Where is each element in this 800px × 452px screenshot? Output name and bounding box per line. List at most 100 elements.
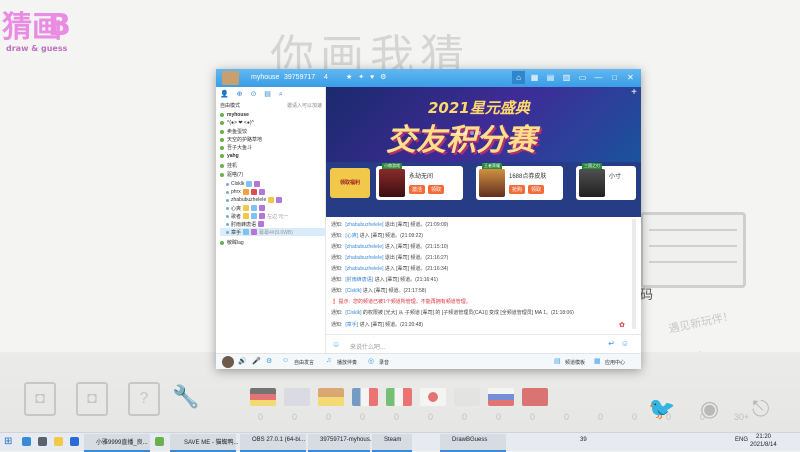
flower-icon[interactable]: ✿	[619, 321, 627, 331]
speaker-icon-2[interactable]: ◘	[76, 382, 108, 416]
menu-icon[interactable]: ▤	[544, 71, 557, 84]
help-icon[interactable]: ?	[128, 382, 160, 416]
promo-card[interactable]: 小赫游戏 永劫无间 激活 领取	[376, 163, 463, 200]
flag-ru-icon[interactable]	[488, 388, 514, 406]
channel-item[interactable]: 挂机	[220, 162, 237, 169]
msg-user[interactable]: [Clsklk]	[345, 310, 361, 316]
channel-item[interactable]: 敏眸lag	[220, 239, 244, 246]
channel-item[interactable]: 吾子大鱼斗	[220, 144, 252, 151]
invite-link[interactable]: 邀请入可以加速	[287, 102, 322, 109]
title-feature-icons[interactable]: ★ ✦ ♥ ⚙	[346, 73, 388, 81]
home-icon[interactable]: ⌂	[512, 71, 525, 84]
dot[interactable]	[463, 131, 467, 135]
flag-kr-icon[interactable]	[454, 388, 480, 406]
channel-item[interactable]: 卖鱼蛋饺	[220, 128, 247, 135]
chat-bubble-icon[interactable]: ☺	[282, 357, 289, 364]
msg-user[interactable]: [肘雨蜂唐语]	[345, 277, 373, 283]
speaker-icon[interactable]: 🔊	[238, 357, 247, 365]
clock-time[interactable]: 21:20	[756, 434, 771, 440]
msg-user[interactable]: [Clsklk]	[345, 288, 361, 294]
card-button[interactable]: 激活	[409, 185, 426, 194]
flag-icon[interactable]	[284, 388, 310, 406]
msg-user[interactable]: [心爽]	[345, 233, 358, 239]
twitter-icon[interactable]: 🐦	[648, 396, 675, 422]
music-icon[interactable]: ♫	[326, 357, 331, 364]
tray-number[interactable]: 39	[580, 437, 587, 443]
channel-item[interactable]: 天空的护路草地	[220, 136, 262, 143]
emoji-icon[interactable]: ☺	[332, 340, 340, 349]
room-id[interactable]: 39759717	[284, 74, 315, 81]
speaker-icon[interactable]: ◘	[24, 382, 56, 416]
flag-jp-icon[interactable]	[420, 388, 446, 406]
card-button[interactable]: 领取	[528, 185, 545, 194]
card-button[interactable]: 领取	[428, 185, 445, 194]
channel-item[interactable]: myhouse	[220, 112, 249, 118]
msg-user[interactable]: [章手]	[345, 322, 358, 328]
self-avatar[interactable]	[222, 356, 234, 368]
music-button[interactable]: 播放伴奏	[337, 359, 357, 366]
channel-tools[interactable]: 👤 ⊕ ⊙ ▤ ⌕	[220, 90, 286, 99]
channel-item[interactable]: yahg	[220, 153, 239, 159]
microphone-icon[interactable]: 🎤	[252, 357, 261, 365]
app-icon[interactable]	[155, 437, 164, 446]
file-explorer-icon[interactable]	[54, 437, 63, 446]
msg-user[interactable]: [zhabubuzheleIe]	[345, 244, 383, 250]
template-icon[interactable]: ▤	[554, 357, 561, 365]
close-button[interactable]: ✕	[624, 71, 637, 84]
card-button[interactable]: 抢购	[509, 185, 526, 194]
user-item[interactable]: phrx	[226, 188, 265, 196]
room-avatar[interactable]	[222, 71, 239, 85]
record-icon[interactable]: ◎	[368, 357, 374, 365]
chat-scrollbar[interactable]	[632, 219, 636, 329]
task-view-icon[interactable]	[38, 437, 47, 446]
dot[interactable]	[456, 131, 460, 135]
chat-log[interactable]: 通知: [zhabubuzheleIe] 退出 [辈司] 频道。(21:09:09…	[326, 217, 631, 332]
wrench-icon[interactable]: 🔧	[172, 382, 200, 412]
room-code-box[interactable]	[640, 212, 746, 288]
promo-card[interactable]: 王者荣耀 1688点券皮肤 抢购 领取	[476, 163, 563, 200]
msg-user[interactable]: [zhabubuzheleIe]	[345, 255, 383, 261]
send-icons[interactable]: ↵☺	[608, 339, 635, 348]
language-indicator[interactable]: ENG	[735, 437, 748, 443]
mini-mode-icon[interactable]: ▭	[576, 71, 589, 84]
user-item[interactable]: 歌者 左边 元一	[226, 212, 288, 220]
flag-fr-icon[interactable]	[352, 388, 378, 406]
exit-icon[interactable]: ⎋	[752, 396, 769, 422]
minimize-button[interactable]: —	[592, 71, 605, 84]
search-icon[interactable]	[22, 437, 31, 446]
voice-chat-window[interactable]: myhouse 39759717 4 ★ ✦ ♥ ⚙ ⌂ ▦ ▤ ▥ ▭ — □…	[216, 69, 641, 369]
maximize-button[interactable]: □	[608, 71, 621, 84]
promo-card[interactable]: 三国之刃 小寸	[576, 163, 636, 200]
user-item-selected[interactable]: 章手 幕幕4#(9.6WB)	[220, 228, 326, 236]
gift-card[interactable]: 领取福利	[330, 168, 370, 198]
add-icon[interactable]: +	[631, 87, 637, 98]
user-item[interactable]: 肘雨蜂唐语	[226, 220, 265, 228]
title-bar[interactable]: myhouse 39759717 4 ★ ✦ ♥ ⚙ ⌂ ▦ ▤ ▥ ▭ — □…	[216, 69, 641, 87]
msg-user[interactable]: [zhabubuzheleIe]	[345, 222, 383, 228]
flag-it-icon[interactable]	[386, 388, 412, 406]
record-button[interactable]: 录音	[379, 359, 389, 366]
dot[interactable]	[477, 131, 481, 135]
channel-item-active[interactable]: 驱嗒(7)	[220, 171, 243, 178]
channel-template-button[interactable]: 频道模板	[565, 359, 585, 366]
user-item[interactable]: Clsklk	[226, 180, 261, 188]
app-center-icon[interactable]: ▦	[594, 357, 601, 365]
mode-selector[interactable]: 自由模式	[220, 102, 240, 109]
flag-es-icon[interactable]	[318, 388, 344, 406]
dot[interactable]	[470, 131, 474, 135]
free-speak-button[interactable]: 自由发言	[294, 359, 314, 366]
message-input[interactable]: ☺ 来说什么吧... ↵☺	[326, 334, 641, 354]
settings-icon[interactable]: ⚙	[266, 357, 272, 365]
flag-cn-icon[interactable]	[522, 388, 548, 406]
user-item[interactable]: zhabubuzheleIe	[226, 196, 283, 204]
carousel-dots[interactable]	[456, 131, 481, 135]
channel-item[interactable]: ^(●> ❤ <●)^	[220, 120, 254, 126]
edge-icon[interactable]	[70, 437, 79, 446]
event-banner[interactable]: 2021星元盛典 交友积分赛 + 领取福利 小赫游戏 永劫无间 激活 领取 王者荣…	[326, 87, 641, 217]
skin-icon[interactable]: ▥	[560, 71, 573, 84]
flag-de-icon[interactable]	[250, 388, 276, 406]
msg-user[interactable]: [zhabubuzheleIe]	[345, 266, 383, 272]
game-icon[interactable]: ▦	[528, 71, 541, 84]
app-center-button[interactable]: 应用中心	[605, 359, 625, 366]
windows-start-icon[interactable]: ⊞	[4, 436, 12, 447]
